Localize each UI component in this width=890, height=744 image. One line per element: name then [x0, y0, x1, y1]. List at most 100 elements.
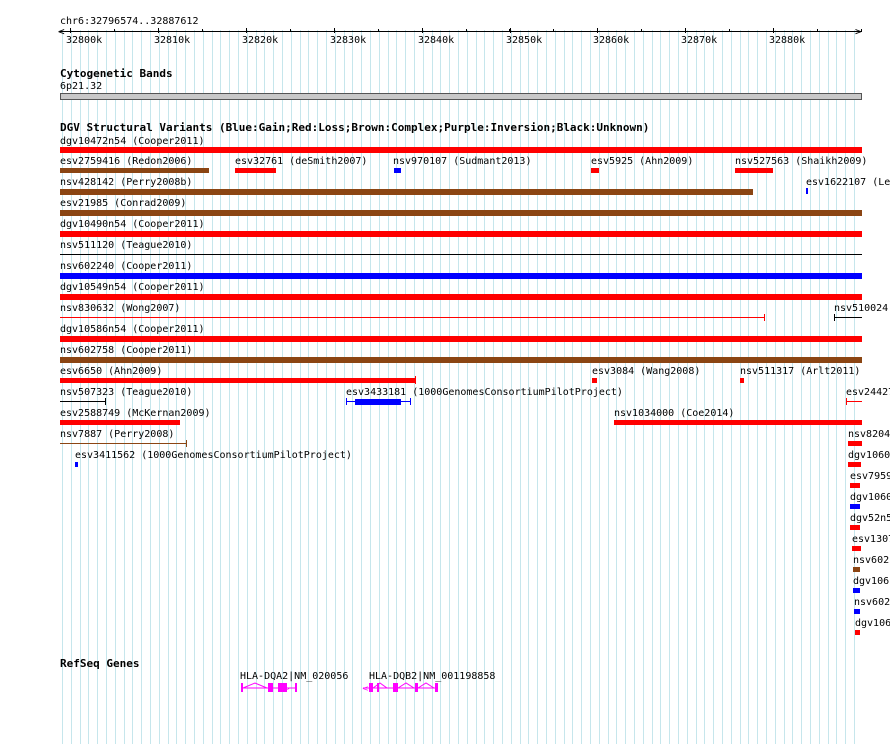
- gene-model-hla-dqb2[interactable]: <: [362, 681, 440, 695]
- feature-label: esv7959: [850, 471, 890, 482]
- variant-bar[interactable]: [850, 504, 860, 509]
- variant-end-tick: [834, 314, 835, 321]
- feature-label: dgv1060: [850, 492, 890, 503]
- feature-label: esv1307: [852, 534, 890, 545]
- grid-line: [836, 30, 837, 744]
- dgv-track-title[interactable]: DGV Structural Variants (Blue:Gain;Red:L…: [60, 122, 649, 134]
- variant-bar[interactable]: [60, 210, 862, 216]
- variant-bar[interactable]: [850, 483, 860, 488]
- variant-end-tick: [415, 376, 416, 384]
- variant-bar[interactable]: [853, 567, 860, 572]
- variant-bar[interactable]: [591, 168, 599, 173]
- grid-line: [748, 30, 749, 744]
- ruler-tick-label: 32880k: [769, 35, 806, 46]
- genome-browser-view: chr6:32796574..32887612 < > 32800k 32810k…: [0, 0, 890, 744]
- cytoband-bar[interactable]: [60, 93, 862, 100]
- feature-label: nsv602758 (Cooper2011): [60, 345, 193, 356]
- feature-label: nsv830632 (Wong2007): [60, 303, 181, 314]
- feature-label: dgv106: [855, 618, 890, 629]
- variant-bar[interactable]: [853, 588, 860, 593]
- variant-bar[interactable]: [735, 168, 773, 173]
- variant-bar[interactable]: [60, 378, 416, 383]
- variant-bar[interactable]: [60, 443, 187, 444]
- ruler-tick-label: 32870k: [681, 35, 718, 46]
- grid-line: [308, 30, 309, 744]
- variant-bar[interactable]: [592, 378, 597, 383]
- feature-label: nsv428142 (Perry2008b): [60, 177, 193, 188]
- feature-label: esv2759416 (Redon2006): [60, 156, 193, 167]
- variant-bar[interactable]: [60, 420, 180, 425]
- grid-line: [256, 30, 257, 744]
- variant-bar[interactable]: [60, 401, 106, 402]
- variant-bar[interactable]: [60, 189, 753, 195]
- feature-label: esv5925 (Ahn2009): [591, 156, 694, 167]
- variant-bar[interactable]: [60, 147, 862, 153]
- refseq-track-title[interactable]: RefSeq Genes: [60, 658, 139, 670]
- variant-bar[interactable]: [394, 168, 401, 173]
- variant-bar[interactable]: [852, 546, 861, 551]
- variant-bar[interactable]: [60, 254, 862, 255]
- grid-line: [801, 30, 802, 744]
- ruler-axis: [60, 31, 862, 32]
- feature-label: nsv511120 (Teague2010): [60, 240, 193, 251]
- variant-bar[interactable]: [834, 317, 862, 318]
- variant-bar[interactable]: [60, 357, 862, 363]
- ruler-minor-tick: [202, 29, 203, 32]
- grid-line: [713, 30, 714, 744]
- gene-model-hla-dqa2[interactable]: >: [240, 681, 300, 695]
- grid-line: [300, 30, 301, 744]
- variant-bar[interactable]: [60, 231, 862, 237]
- variant-bar[interactable]: [740, 378, 744, 383]
- grid-line: [757, 30, 758, 744]
- feature-label: dgv10490n54 (Cooper2011): [60, 219, 205, 230]
- feature-label: esv1622107 (Le: [806, 177, 890, 188]
- variant-end-tick: [186, 440, 187, 447]
- grid-line: [810, 30, 811, 744]
- variant-bar[interactable]: [848, 462, 861, 467]
- variant-bar[interactable]: [854, 609, 860, 614]
- ruler-minor-tick: [378, 29, 379, 32]
- grid-line: [828, 30, 829, 744]
- ruler-minor-tick: [290, 29, 291, 32]
- variant-bar[interactable]: [60, 294, 862, 300]
- ruler-tick-label: 32860k: [593, 35, 630, 46]
- feature-label: nsv527563 (Shaikh2009): [735, 156, 868, 167]
- grid-line: [652, 30, 653, 744]
- feature-label: nsv602: [853, 555, 890, 566]
- variant-bar[interactable]: [855, 630, 860, 635]
- ruler-minor-tick: [597, 29, 598, 32]
- variant-bar[interactable]: [235, 168, 276, 173]
- grid-line: [291, 30, 292, 744]
- feature-label: esv3433181 (1000GenomesConsortiumPilotPr…: [346, 387, 623, 398]
- variant-end-tick: [410, 398, 411, 405]
- ruler-tick-label: 32820k: [242, 35, 279, 46]
- feature-label: dgv10586n54 (Cooper2011): [60, 324, 205, 335]
- variant-bar[interactable]: [806, 188, 808, 194]
- variant-bar[interactable]: [846, 401, 862, 402]
- ruler-minor-tick: [685, 29, 686, 32]
- grid-line: [264, 30, 265, 744]
- cytoband-label: 6p21.32: [60, 81, 103, 92]
- variant-bar[interactable]: [60, 273, 862, 279]
- ruler-minor-tick: [773, 29, 774, 32]
- feature-label: dgv10549n54 (Cooper2011): [60, 282, 205, 293]
- grid-line: [634, 30, 635, 744]
- variant-end-tick: [105, 398, 106, 405]
- ruler-minor-tick: [422, 29, 423, 32]
- variant-end-tick: [764, 314, 765, 321]
- variant-bar[interactable]: [850, 525, 860, 530]
- variant-bar[interactable]: [614, 420, 862, 425]
- feature-label: dgv10472n54 (Cooper2011): [60, 136, 205, 147]
- ruler-minor-tick: [817, 29, 818, 32]
- variant-bar[interactable]: [60, 336, 862, 342]
- variant-bar[interactable]: [848, 441, 862, 446]
- feature-label: esv21985 (Conrad2009): [60, 198, 187, 209]
- cytoband-track-title[interactable]: Cytogenetic Bands: [60, 68, 173, 80]
- variant-bar[interactable]: [60, 168, 209, 173]
- variant-bar[interactable]: [355, 399, 401, 405]
- variant-bar[interactable]: [60, 317, 765, 318]
- variant-bar[interactable]: [75, 462, 78, 467]
- ruler-minor-tick: [553, 29, 554, 32]
- grid-line: [625, 30, 626, 744]
- grid-line: [740, 30, 741, 744]
